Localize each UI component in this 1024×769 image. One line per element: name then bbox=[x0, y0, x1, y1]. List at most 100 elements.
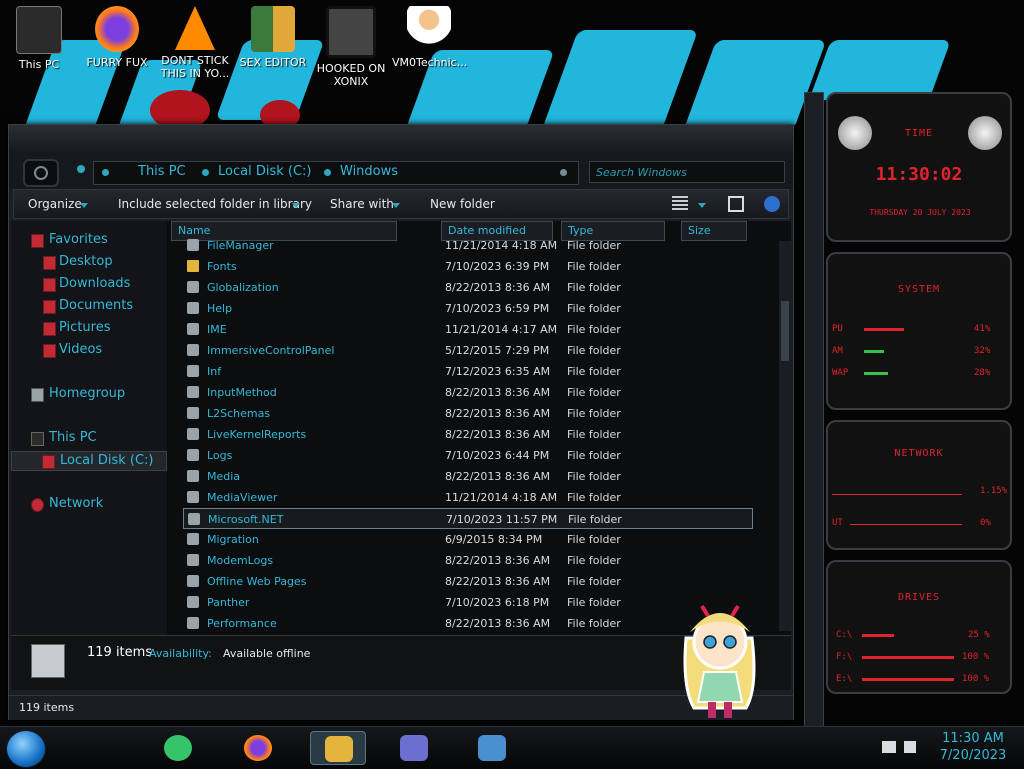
gadget-time-value: 11:30:02 bbox=[875, 164, 963, 185]
time-gadget-title: TIME bbox=[904, 128, 934, 139]
file-name: Logs bbox=[207, 449, 233, 462]
file-name: Fonts bbox=[207, 260, 237, 273]
nav-documents[interactable]: Documents bbox=[11, 297, 167, 317]
table-row[interactable]: ImmersiveControlPanel 5/12/2015 7:29 PM Fi… bbox=[183, 340, 753, 361]
scrollbar-thumb[interactable] bbox=[781, 301, 789, 361]
desktop-icon-furry-fux[interactable]: FURRY FUX bbox=[80, 4, 154, 69]
table-row[interactable]: Microsoft.NET 7/10/2023 11:57 PM File fold… bbox=[183, 508, 753, 529]
chevron-down-icon[interactable] bbox=[698, 203, 706, 208]
view-options-icon[interactable] bbox=[672, 196, 688, 212]
table-row[interactable]: Logs 7/10/2023 6:44 PM File folder bbox=[183, 445, 753, 466]
nav-downloads[interactable]: Downloads bbox=[11, 275, 167, 295]
network-gadget[interactable]: NETWORK 1.15% UT 0% bbox=[826, 420, 1012, 550]
table-row[interactable]: Performance 8/22/2013 8:36 AM File folder bbox=[183, 613, 753, 634]
folder-icon bbox=[187, 617, 199, 629]
file-date: 7/10/2023 6:59 PM bbox=[445, 302, 550, 315]
preview-pane-icon[interactable] bbox=[728, 196, 744, 212]
organize-button[interactable]: Organize bbox=[28, 197, 82, 211]
breadcrumb-local-disk[interactable]: Local Disk (C:) bbox=[218, 164, 311, 179]
drive-e-bar bbox=[862, 678, 954, 681]
table-row[interactable]: Help 7/10/2023 6:59 PM File folder bbox=[183, 298, 753, 319]
vertical-scrollbar[interactable] bbox=[779, 241, 791, 631]
include-in-library-button[interactable]: Include selected folder in library bbox=[118, 197, 312, 211]
desktop-icon-this-pc[interactable]: This PC bbox=[2, 4, 76, 71]
time-gadget[interactable]: TIME 11:30:02 THURSDAY 20 JULY 2023 bbox=[826, 92, 1012, 242]
nav-this-pc[interactable]: This PC bbox=[11, 429, 167, 449]
start-button[interactable] bbox=[6, 730, 46, 768]
table-row[interactable]: Media 8/22/2013 8:36 AM File folder bbox=[183, 466, 753, 487]
desktop-icon-vm0technic[interactable]: VM0Technic... bbox=[392, 4, 467, 69]
table-row[interactable]: Panther 7/10/2023 6:18 PM File folder bbox=[183, 592, 753, 613]
drives-gadget-title: DRIVES bbox=[897, 592, 941, 603]
chevron-down-icon bbox=[292, 203, 300, 208]
app-window-icon bbox=[400, 735, 428, 761]
swap-bar bbox=[864, 372, 888, 375]
forward-arrow-icon[interactable] bbox=[77, 165, 85, 173]
table-row[interactable]: Fonts 7/10/2023 6:39 PM File folder bbox=[183, 256, 753, 277]
back-button[interactable] bbox=[23, 159, 59, 187]
taskbar-app-notes[interactable] bbox=[150, 731, 206, 765]
table-row[interactable]: FileManager 11/21/2014 4:18 AM File folder bbox=[183, 235, 753, 256]
nav-network[interactable]: Network bbox=[11, 495, 167, 515]
nav-pictures[interactable]: Pictures bbox=[11, 319, 167, 339]
refresh-icon[interactable] bbox=[560, 169, 567, 176]
file-type: File folder bbox=[567, 365, 621, 378]
file-name: LiveKernelReports bbox=[207, 428, 307, 441]
status-item-count: 119 items bbox=[19, 701, 75, 714]
table-row[interactable]: Offline Web Pages 8/22/2013 8:36 AM File f… bbox=[183, 571, 753, 592]
help-icon[interactable] bbox=[764, 196, 780, 212]
nav-videos[interactable]: Videos bbox=[11, 341, 167, 361]
network-tray-icon[interactable] bbox=[882, 741, 896, 753]
file-type: File folder bbox=[567, 344, 621, 357]
breadcrumb-this-pc[interactable]: This PC bbox=[138, 164, 186, 179]
green-notes-icon bbox=[164, 735, 192, 761]
address-bar[interactable]: This PC Local Disk (C:) Windows bbox=[93, 161, 579, 185]
folder-icon bbox=[187, 344, 199, 356]
desktop-icon-sex-editor[interactable]: SEX EDITOR bbox=[236, 4, 310, 69]
volume-icon[interactable] bbox=[904, 741, 916, 753]
videos-icon bbox=[43, 344, 56, 358]
table-row[interactable]: Inf 7/12/2023 6:35 AM File folder bbox=[183, 361, 753, 382]
search-input[interactable]: Search Windows bbox=[589, 161, 785, 183]
share-with-button[interactable]: Share with bbox=[330, 197, 394, 211]
network-out-graph bbox=[850, 524, 962, 525]
nav-favorites[interactable]: Favorites bbox=[11, 231, 167, 251]
gadget-date-value: THURSDAY 20 JULY 2023 bbox=[869, 208, 971, 217]
desktop-icon-hooked-on-xonix[interactable]: HOOKED ON XONIX bbox=[314, 4, 388, 88]
taskbar-clock[interactable]: 11:30 AM 7/20/2023 bbox=[928, 730, 1018, 764]
folder-icon bbox=[187, 365, 199, 377]
table-row[interactable]: IME 11/21/2014 4:17 AM File folder bbox=[183, 319, 753, 340]
breadcrumb-separator-icon[interactable] bbox=[324, 169, 331, 176]
breadcrumb-separator-icon[interactable] bbox=[202, 169, 209, 176]
file-name: FileManager bbox=[207, 239, 274, 252]
taskbar-app-file-explorer[interactable] bbox=[310, 731, 366, 765]
file-date: 8/22/2013 8:36 AM bbox=[445, 407, 551, 420]
file-name: Microsoft.NET bbox=[208, 513, 284, 526]
network-in-graph bbox=[832, 494, 962, 495]
table-row[interactable]: LiveKernelReports 8/22/2013 8:36 AM File f… bbox=[183, 424, 753, 445]
nav-local-disk[interactable]: Local Disk (C:) bbox=[11, 451, 167, 471]
table-row[interactable]: L2Schemas 8/22/2013 8:36 AM File folder bbox=[183, 403, 753, 424]
swap-label: WAP bbox=[832, 368, 849, 378]
drive-c-label: C:\ bbox=[836, 630, 853, 640]
table-row[interactable]: InputMethod 8/22/2013 8:36 AM File folder bbox=[183, 382, 753, 403]
taskbar-app-firefox[interactable] bbox=[230, 731, 286, 765]
table-row[interactable]: Globalization 8/22/2013 8:36 AM File folde… bbox=[183, 277, 753, 298]
desktop-icon-dont-stick[interactable]: DONT STICK THIS IN YO... bbox=[158, 4, 232, 80]
file-name: Performance bbox=[207, 617, 277, 630]
folder-icon bbox=[187, 281, 199, 293]
breadcrumb-windows[interactable]: Windows bbox=[340, 164, 398, 179]
taskbar-app-screen[interactable] bbox=[464, 731, 520, 765]
taskbar-app-window[interactable] bbox=[386, 731, 442, 765]
table-row[interactable]: ModemLogs 8/22/2013 8:36 AM File folder bbox=[183, 550, 753, 571]
drives-gadget[interactable]: DRIVES C:\ 25 % F:\ 100 % E:\ 100 % bbox=[826, 560, 1012, 694]
drive-e-label: E:\ bbox=[836, 674, 853, 684]
new-folder-button[interactable]: New folder bbox=[430, 197, 495, 211]
table-row[interactable]: Migration 6/9/2015 8:34 PM File folder bbox=[183, 529, 753, 550]
table-row[interactable]: MediaViewer 11/21/2014 4:18 AM File folder bbox=[183, 487, 753, 508]
nav-desktop[interactable]: Desktop bbox=[11, 253, 167, 273]
file-type: File folder bbox=[567, 533, 621, 546]
system-gadget[interactable]: SYSTEM PU 41% AM 32% WAP 28% bbox=[826, 252, 1012, 410]
nav-homegroup[interactable]: Homegroup bbox=[11, 385, 167, 405]
window-titlebar[interactable] bbox=[9, 125, 793, 155]
